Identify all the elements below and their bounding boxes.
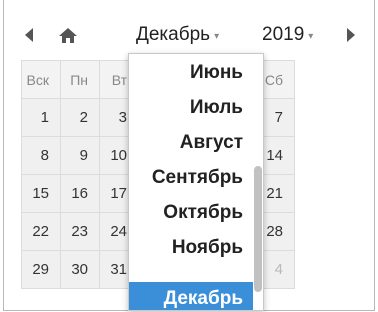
prev-month-button[interactable] [18,17,40,53]
datepicker-header: Декабрь ▾ 2019 ▾ [4,17,374,53]
home-icon [59,27,77,43]
year-select[interactable]: 2019 ▾ [262,17,313,53]
day-cell[interactable]: 15 [21,174,61,213]
dropdown-scrollbar[interactable] [254,166,262,292]
prev-arrow-icon [25,28,33,42]
month-caret-icon: ▾ [214,30,220,42]
today-button[interactable] [52,17,84,53]
weekday-mon: Пн [60,60,100,99]
day-cell[interactable]: 23 [60,212,100,251]
month-option-selected[interactable]: Декабрь [129,282,253,310]
year-label: 2019 [262,24,305,45]
day-cell[interactable]: 2 [60,98,100,137]
month-option[interactable]: Июнь [129,56,253,90]
day-cell[interactable]: 29 [21,250,61,289]
month-option[interactable]: Октябрь [129,196,253,230]
day-cell[interactable]: 30 [60,250,100,289]
month-option[interactable]: Сентябрь [129,161,253,195]
month-option[interactable]: Август [129,126,253,160]
month-dropdown-list[interactable]: Июнь Июль Август Сентябрь Октябрь Ноябрь… [128,53,264,311]
day-cell[interactable]: 1 [21,98,61,137]
month-option[interactable]: Ноябрь [129,231,253,265]
weekday-sun: Вск [21,60,61,99]
day-cell[interactable]: 22 [21,212,61,251]
datepicker: Декабрь ▾ 2019 ▾ Вск Пн Вт Ср Чт Пт Сб [3,0,375,311]
day-cell[interactable]: 16 [60,174,100,213]
year-caret-icon: ▾ [308,30,314,42]
month-select[interactable]: Декабрь ▾ [136,17,219,53]
next-arrow-icon [347,28,355,42]
next-month-button[interactable] [340,17,362,53]
month-label: Декабрь [136,24,211,45]
month-option[interactable]: Июль [129,91,253,125]
day-cell[interactable]: 9 [60,136,100,175]
day-cell[interactable]: 8 [21,136,61,175]
